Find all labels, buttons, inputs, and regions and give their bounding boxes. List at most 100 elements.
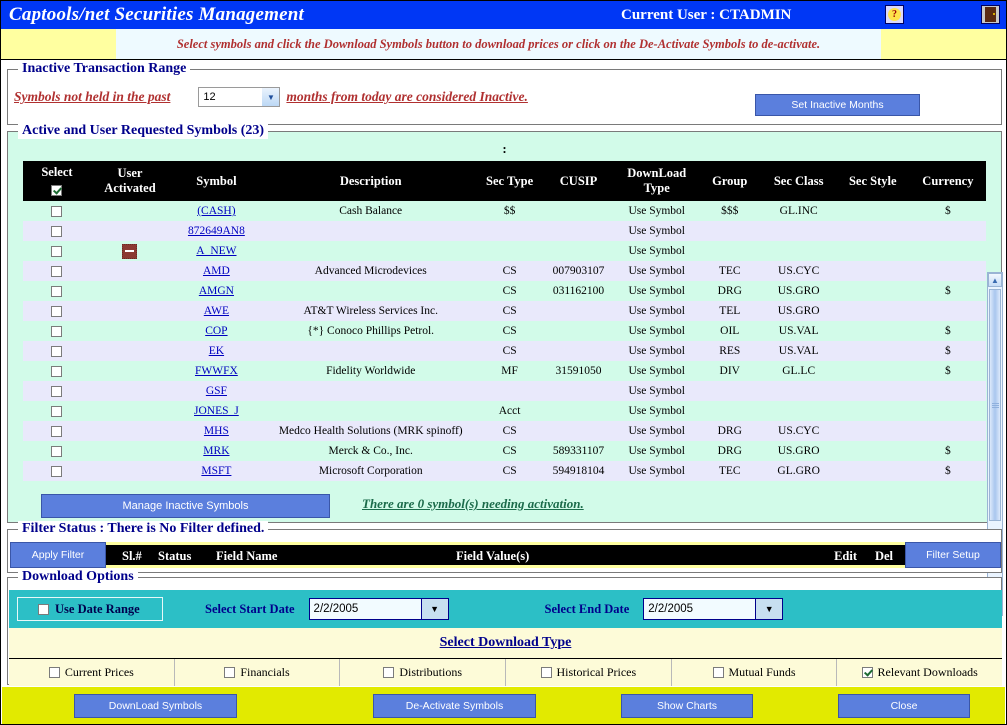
cell-symbol[interactable]: EK	[169, 341, 264, 361]
end-date-field[interactable]: 2/2/2005 ▼	[643, 598, 784, 620]
table-row[interactable]: GSF Use Symbol	[23, 381, 986, 401]
cell-user-activated[interactable]	[90, 461, 170, 481]
table-row[interactable]: FWWFX Fidelity Worldwide MF 31591050 Use Sym…	[23, 361, 986, 381]
inactive-months-select[interactable]: 12 ▼	[198, 87, 281, 107]
symbol-link[interactable]: EK	[209, 345, 224, 357]
download-type-option[interactable]: Distributions	[340, 659, 507, 686]
chevron-down-icon[interactable]: ▼	[262, 88, 280, 106]
table-row[interactable]: MSFT Microsoft Corporation CS 594918104 Use …	[23, 461, 986, 481]
scrollbar-thumb[interactable]	[989, 289, 1001, 521]
table-row[interactable]: AMD Advanced Microdevices CS 007903107 Use S…	[23, 261, 986, 281]
row-select-checkbox[interactable]	[51, 245, 63, 257]
cell-select[interactable]	[23, 321, 91, 341]
exit-door-icon[interactable]	[981, 5, 1000, 24]
table-row[interactable]: EK CS Use Symbol RES US.VAL $	[23, 341, 986, 361]
download-symbols-button[interactable]: DownLoad Symbols	[74, 693, 237, 718]
deactivate-minus-icon[interactable]	[122, 243, 138, 259]
cell-symbol[interactable]: AWE	[169, 301, 264, 321]
symbol-link[interactable]: 872649AN8	[188, 225, 245, 237]
cell-symbol[interactable]: MRK	[169, 441, 264, 461]
table-row[interactable]: JONES_J Acct Use Symbol	[23, 401, 986, 421]
end-date-chevron-down-icon[interactable]: ▼	[755, 599, 783, 619]
table-row[interactable]: COP {*} Conoco Phillips Petrol. CS Use Symb…	[23, 321, 986, 341]
cell-select[interactable]	[23, 201, 91, 221]
cell-select[interactable]	[23, 221, 91, 241]
cell-symbol[interactable]: A_NEW	[169, 241, 264, 261]
cell-user-activated[interactable]	[90, 381, 170, 401]
cell-symbol[interactable]: AMD	[169, 261, 264, 281]
symbol-link[interactable]: MSFT	[201, 465, 231, 477]
cell-user-activated[interactable]	[90, 441, 170, 461]
cell-symbol[interactable]: FWWFX	[169, 361, 264, 381]
cell-select[interactable]	[23, 381, 91, 401]
cell-symbol[interactable]: MSFT	[169, 461, 264, 481]
cell-select[interactable]	[23, 361, 91, 381]
download-type-checkbox[interactable]	[861, 667, 873, 678]
download-type-option[interactable]: Relevant Downloads	[837, 659, 1002, 686]
symbol-link[interactable]: A_NEW	[196, 245, 236, 257]
cell-select[interactable]	[23, 301, 91, 321]
cell-symbol[interactable]: MHS	[169, 421, 264, 441]
apply-filter-button[interactable]: Apply Filter	[10, 542, 106, 568]
deactivate-symbols-button[interactable]: De-Activate Symbols	[373, 693, 536, 718]
cell-select[interactable]	[23, 341, 91, 361]
cell-user-activated[interactable]	[90, 261, 170, 281]
download-type-checkbox[interactable]	[540, 667, 552, 678]
row-select-checkbox[interactable]	[51, 385, 63, 397]
show-charts-button[interactable]: Show Charts	[621, 693, 753, 718]
select-all-checkbox[interactable]	[51, 184, 63, 196]
use-date-range-checkbox[interactable]	[38, 603, 49, 615]
download-type-option[interactable]: Current Prices	[9, 659, 175, 686]
cell-select[interactable]	[23, 281, 91, 301]
download-type-checkbox[interactable]	[224, 667, 236, 678]
cell-user-activated[interactable]	[90, 241, 170, 261]
scroll-up-icon[interactable]: ▲	[988, 273, 1002, 287]
download-type-option[interactable]: Historical Prices	[506, 659, 672, 686]
symbol-link[interactable]: AMD	[203, 265, 230, 277]
row-select-checkbox[interactable]	[51, 225, 63, 237]
filter-setup-button[interactable]: Filter Setup	[905, 542, 1001, 568]
cell-user-activated[interactable]	[90, 301, 170, 321]
download-type-checkbox[interactable]	[48, 667, 60, 678]
cell-select[interactable]	[23, 261, 91, 281]
table-row[interactable]: AWE AT&T Wireless Services Inc. CS Use Symb…	[23, 301, 986, 321]
close-button[interactable]: Close	[838, 693, 970, 718]
symbol-link[interactable]: GSF	[206, 385, 227, 397]
symbol-link[interactable]: JONES_J	[194, 405, 239, 417]
cell-symbol[interactable]: JONES_J	[169, 401, 264, 421]
help-icon[interactable]: ?	[885, 5, 904, 24]
cell-select[interactable]	[23, 241, 91, 261]
row-select-checkbox[interactable]	[51, 365, 63, 377]
table-row[interactable]: AMGN CS 031162100 Use Symbol DRG US.GRO $	[23, 281, 986, 301]
symbol-link[interactable]: MHS	[204, 425, 229, 437]
cell-symbol[interactable]: AMGN	[169, 281, 264, 301]
set-inactive-months-button[interactable]: Set Inactive Months	[755, 94, 920, 116]
cell-user-activated[interactable]	[90, 401, 170, 421]
start-date-chevron-down-icon[interactable]: ▼	[420, 599, 448, 619]
cell-user-activated[interactable]	[90, 361, 170, 381]
use-date-range-toggle[interactable]: Use Date Range	[17, 597, 163, 621]
symbol-link[interactable]: (CASH)	[197, 205, 235, 217]
cell-user-activated[interactable]	[90, 281, 170, 301]
row-select-checkbox[interactable]	[51, 325, 63, 337]
row-select-checkbox[interactable]	[51, 445, 63, 457]
symbol-link[interactable]: FWWFX	[195, 365, 238, 377]
download-type-checkbox[interactable]	[383, 667, 395, 678]
row-select-checkbox[interactable]	[51, 405, 63, 417]
cell-symbol[interactable]: COP	[169, 321, 264, 341]
cell-symbol[interactable]: (CASH)	[169, 201, 264, 221]
row-select-checkbox[interactable]	[51, 265, 63, 277]
symbol-link[interactable]: AMGN	[199, 285, 234, 297]
row-select-checkbox[interactable]	[51, 305, 63, 317]
row-select-checkbox[interactable]	[51, 205, 63, 217]
table-row[interactable]: MHS Medco Health Solutions (MRK spinoff) C…	[23, 421, 986, 441]
cell-user-activated[interactable]	[90, 321, 170, 341]
symbol-link[interactable]: AWE	[204, 305, 229, 317]
cell-user-activated[interactable]	[90, 201, 170, 221]
symbol-link[interactable]: MRK	[203, 445, 229, 457]
manage-inactive-symbols-button[interactable]: Manage Inactive Symbols	[41, 494, 330, 518]
table-row[interactable]: A_NEW Use Symbol	[23, 241, 986, 261]
download-type-checkbox[interactable]	[712, 667, 724, 678]
cell-select[interactable]	[23, 421, 91, 441]
cell-user-activated[interactable]	[90, 341, 170, 361]
